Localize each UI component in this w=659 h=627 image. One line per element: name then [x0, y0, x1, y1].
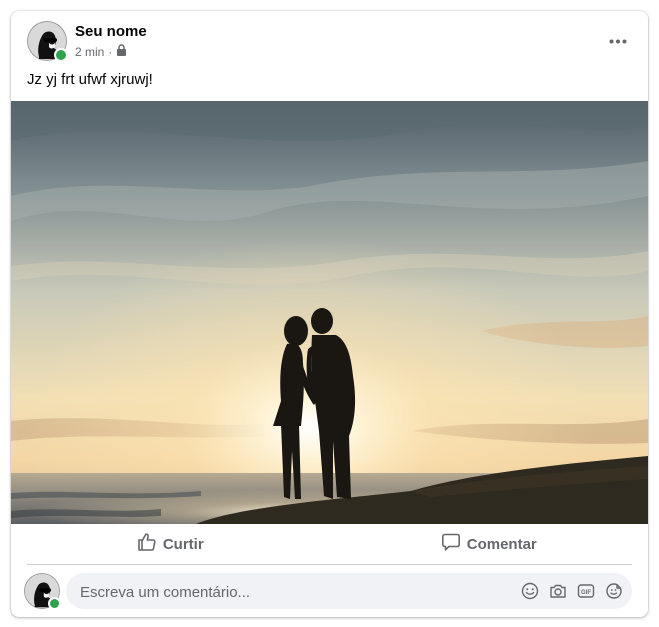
commenter-online-dot: [48, 597, 61, 610]
gif-icon[interactable]: GIF: [576, 581, 596, 601]
actions-divider: [27, 564, 632, 565]
post-actions: Curtir Comentar: [11, 524, 648, 564]
post-card: Seu nome 2 min · Jz yj frt ufwf xjruwj!: [11, 11, 648, 617]
author-name[interactable]: Seu nome: [75, 23, 147, 40]
thumbs-up-icon: [137, 532, 157, 556]
meta-separator: ·: [108, 44, 113, 59]
speech-bubble-icon: [441, 532, 461, 556]
online-status-dot: [54, 48, 68, 62]
comment-box: GIF: [66, 573, 632, 611]
like-label: Curtir: [162, 535, 204, 553]
more-options-icon[interactable]: [602, 29, 634, 53]
post-text: Jz yj frt ufwf xjruwj!: [27, 71, 153, 88]
author-avatar[interactable]: [27, 21, 68, 62]
svg-text:GIF: GIF: [581, 590, 591, 596]
post-photo[interactable]: [11, 101, 648, 524]
emoji-icon[interactable]: [520, 581, 540, 601]
post-meta: 2 min ·: [75, 44, 127, 59]
comment-input[interactable]: [78, 573, 502, 611]
comment-composer: GIF: [11, 571, 648, 611]
post-header: Seu nome 2 min ·: [11, 11, 648, 71]
lock-icon[interactable]: [116, 44, 127, 59]
sticker-icon[interactable]: [604, 581, 624, 601]
comment-icons: GIF: [520, 573, 624, 609]
post-time[interactable]: 2 min: [75, 45, 104, 59]
commenter-avatar[interactable]: [24, 573, 61, 610]
like-button[interactable]: Curtir: [11, 524, 330, 564]
camera-icon[interactable]: [548, 581, 568, 601]
comment-button[interactable]: Comentar: [330, 524, 649, 564]
comment-label: Comentar: [466, 535, 537, 553]
